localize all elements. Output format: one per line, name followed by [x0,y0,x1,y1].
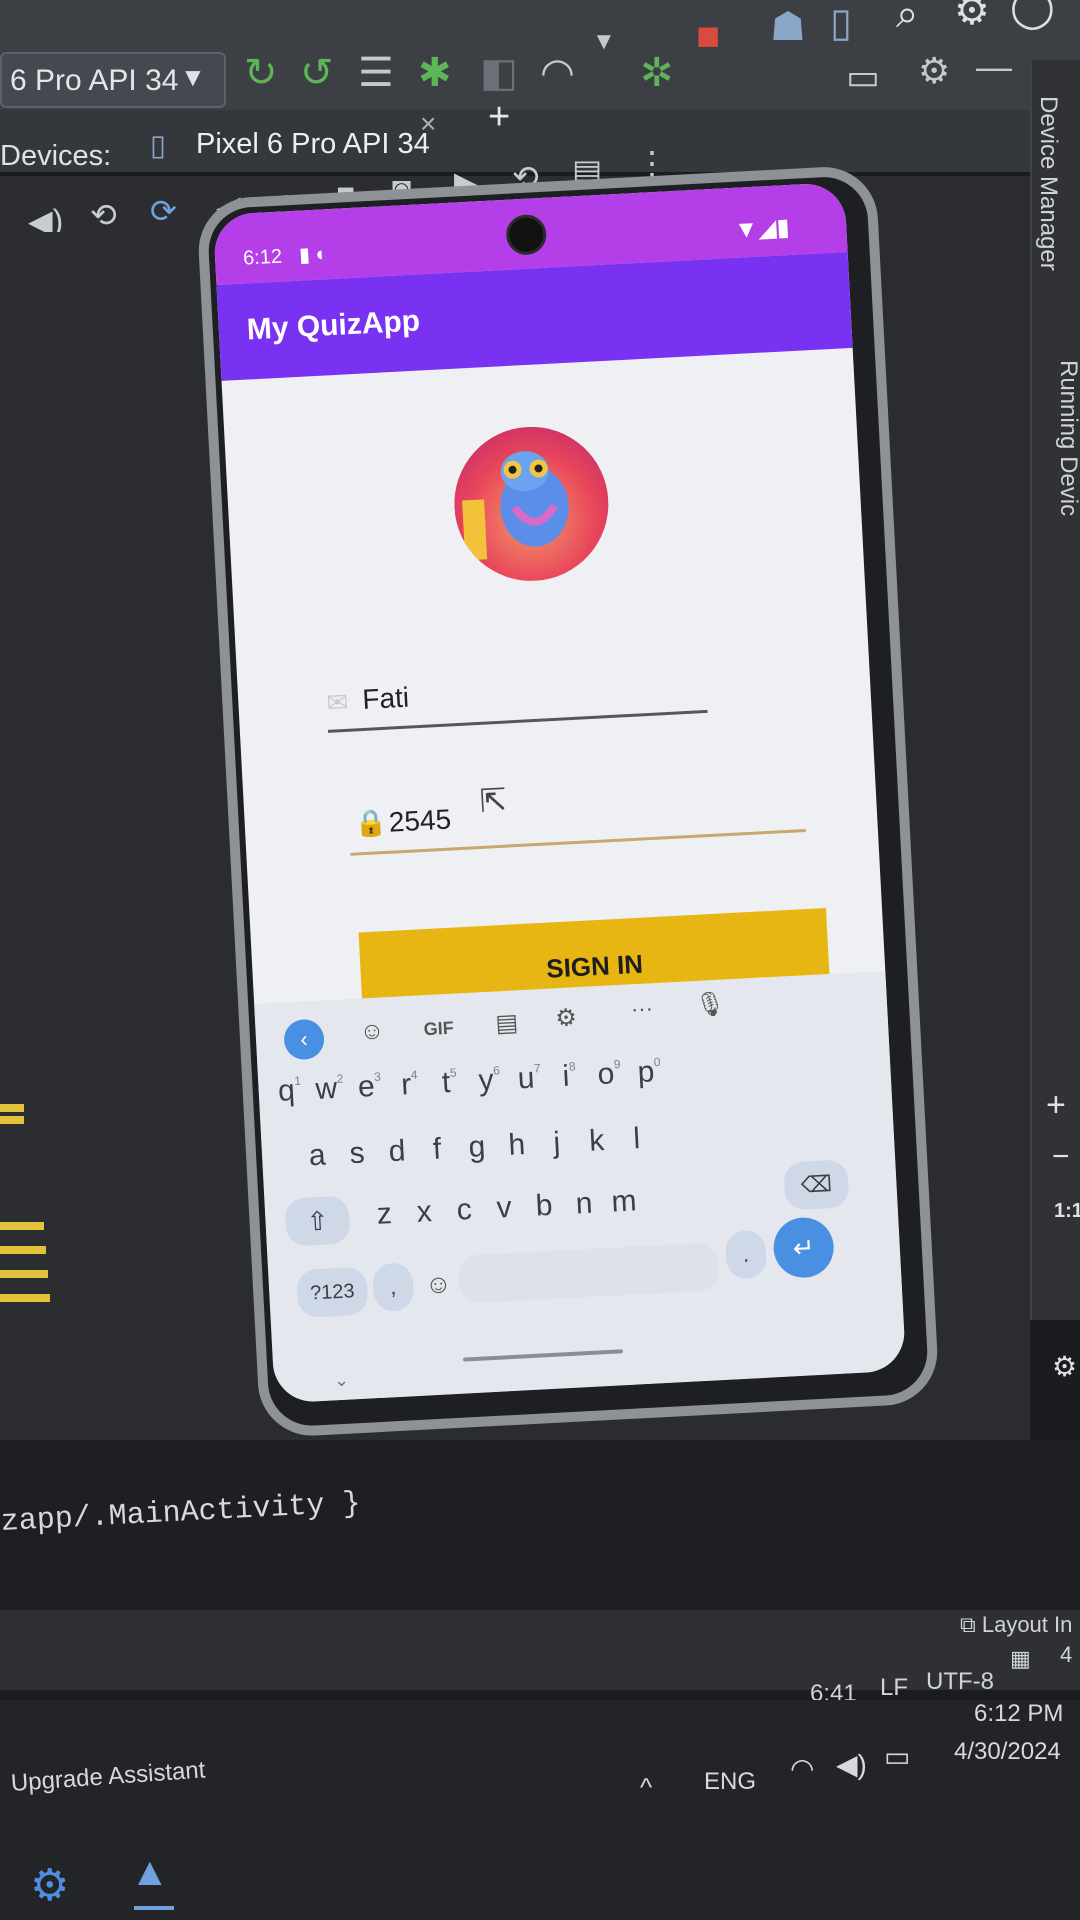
apply-changes-restart-icon[interactable]: ↻ [244,50,278,96]
input-language[interactable]: ENG [704,1768,756,1796]
editor-marker [0,1104,24,1112]
status-time: 6:12 [242,245,283,270]
tab-pixel-6-pro-label: Pixel 6 Pro API 34 [196,128,430,160]
device-selector-label: 6 Pro API 34 [10,64,179,97]
panel-gear-icon[interactable]: ⚙ [1052,1350,1077,1383]
device-selector[interactable]: 6 Pro API 34 ▼ [0,52,226,108]
search-icon[interactable]: ⌕ [896,0,918,37]
ide-status-bar [0,1610,1080,1690]
apply-code-changes-icon[interactable]: ↺ [300,50,334,96]
android-studio-icon[interactable]: ▲ [130,1850,170,1895]
zoom-in-button[interactable]: + [1046,1086,1066,1125]
line-ending[interactable]: LF [880,1674,908,1702]
keyboard-settings-icon[interactable]: ⚙ [555,1003,578,1033]
indent-icon[interactable]: ▦ [1010,1646,1031,1672]
phone-screen: 6:12 ▮ ◐ ▼◢▮ My QuizApp ✉ Fati 🔒 2545 ⇱ … [212,182,907,1404]
gesture-nav-handle[interactable] [462,1349,623,1362]
devices-label: Devices: [0,140,112,172]
editor-marker [0,1222,44,1230]
clipboard-icon[interactable]: ▤ [495,1008,519,1038]
editor-marker [0,1246,46,1254]
sign-in-label: SIGN IN [545,948,644,984]
more-tools-button[interactable]: ··· [630,995,653,1022]
debug-icon[interactable]: ✱ [418,50,452,96]
key-m[interactable]: m [600,1184,648,1220]
minimize-panel-icon[interactable]: — [976,46,1012,88]
clock-date[interactable]: 4/30/2024 [954,1738,1061,1766]
layout-inspector-link[interactable]: ⧉ Layout In [960,1612,1072,1638]
chevron-down-icon: ▼ [180,62,206,92]
layout-inspector-icon: ⧉ [960,1612,976,1637]
rotate-right-icon[interactable]: ⟳ [150,192,177,230]
password-field[interactable]: 2545 [388,804,452,839]
battery-icon[interactable]: ▭ [884,1740,910,1773]
sticker-icon[interactable]: ☺ [359,1017,385,1046]
mouse-cursor-icon: ⇱ [478,781,508,819]
period-key[interactable]: . [724,1229,768,1280]
rotate-left-icon[interactable]: ⟲ [90,196,117,234]
editor-marker [0,1294,50,1302]
close-icon[interactable]: × [420,108,436,140]
attach-process-icon[interactable]: ✲ [640,50,674,96]
editor-marker [0,1270,48,1278]
emulator-phone: 6:12 ▮ ◐ ▼◢▮ My QuizApp ✉ Fati 🔒 2545 ⇱ … [196,164,940,1439]
indent-size[interactable]: 4 [1060,1642,1072,1668]
device-manager-tab[interactable]: Device Manager [1034,96,1062,271]
running-devices-icon[interactable]: ▯ [830,0,852,46]
running-devices-tab[interactable]: Running Devic [1054,360,1080,516]
panel-settings-icon[interactable]: ⚙ [918,50,950,92]
shift-key[interactable]: ⇧ [284,1195,351,1247]
soft-keyboard: ‹ ☺ GIF ▤ ⚙ ··· 🎙 q1 w2 e3 r4 t5 y6 u7 i… [254,970,907,1404]
keyboard-collapse-icon[interactable]: ‹ [283,1018,326,1061]
keyboard-hide-icon[interactable]: ⌄ [333,1370,349,1392]
zoom-actual-size-button[interactable]: 1:1 [1054,1200,1080,1223]
email-field[interactable]: Fati [362,682,410,716]
key-l[interactable]: l [613,1121,661,1157]
account-icon[interactable]: ◯ [1010,0,1055,30]
chevron-up-icon[interactable]: ^ [640,1772,652,1803]
sim-icon: ▮ ◐ [298,243,329,267]
comma-key[interactable]: , [371,1262,415,1313]
attach-debugger-icon[interactable]: ◧ [480,50,518,96]
numbers-key[interactable]: ?123 [296,1266,369,1319]
gear-icon[interactable]: ⚙ [954,0,990,34]
wifi-icon[interactable]: ◠ [790,1752,814,1785]
profiler-dropdown-icon[interactable]: ▼ [592,28,616,56]
microphone-icon[interactable]: 🎙 [694,989,726,1020]
profiler-icon[interactable]: ◠ [540,50,575,96]
add-tab-icon[interactable]: + [488,96,510,139]
stop-icon[interactable]: ■ [696,14,720,59]
wifi-signal-battery-icons: ▼◢▮ [733,213,791,244]
space-key[interactable] [457,1242,720,1304]
window-restore-icon[interactable]: ▭ [846,56,880,98]
key-p[interactable]: p0 [625,1054,673,1090]
settings-gear-icon[interactable]: ⚙ [30,1860,69,1911]
active-app-indicator [134,1906,174,1910]
editor-marker [0,1116,24,1124]
zoom-out-button[interactable]: − [1052,1140,1070,1174]
phone-icon: ▯ [150,130,166,162]
clock-time[interactable]: 6:12 PM [974,1700,1063,1728]
file-encoding[interactable]: UTF-8 [926,1668,994,1696]
gif-button[interactable]: GIF [423,1018,454,1041]
enter-key[interactable]: ↵ [772,1216,836,1280]
sync-project-icon[interactable]: ☰ [358,50,394,96]
device-manager-icon[interactable]: ☗ [770,4,806,50]
lock-icon: 🔒 [354,806,388,839]
emoji-icon[interactable]: ☺ [424,1268,452,1300]
avatar [450,422,613,585]
volume-icon[interactable]: ◀) [836,1748,867,1781]
email-icon: ✉ [325,686,350,718]
backspace-key[interactable]: ⌫ [783,1159,850,1211]
